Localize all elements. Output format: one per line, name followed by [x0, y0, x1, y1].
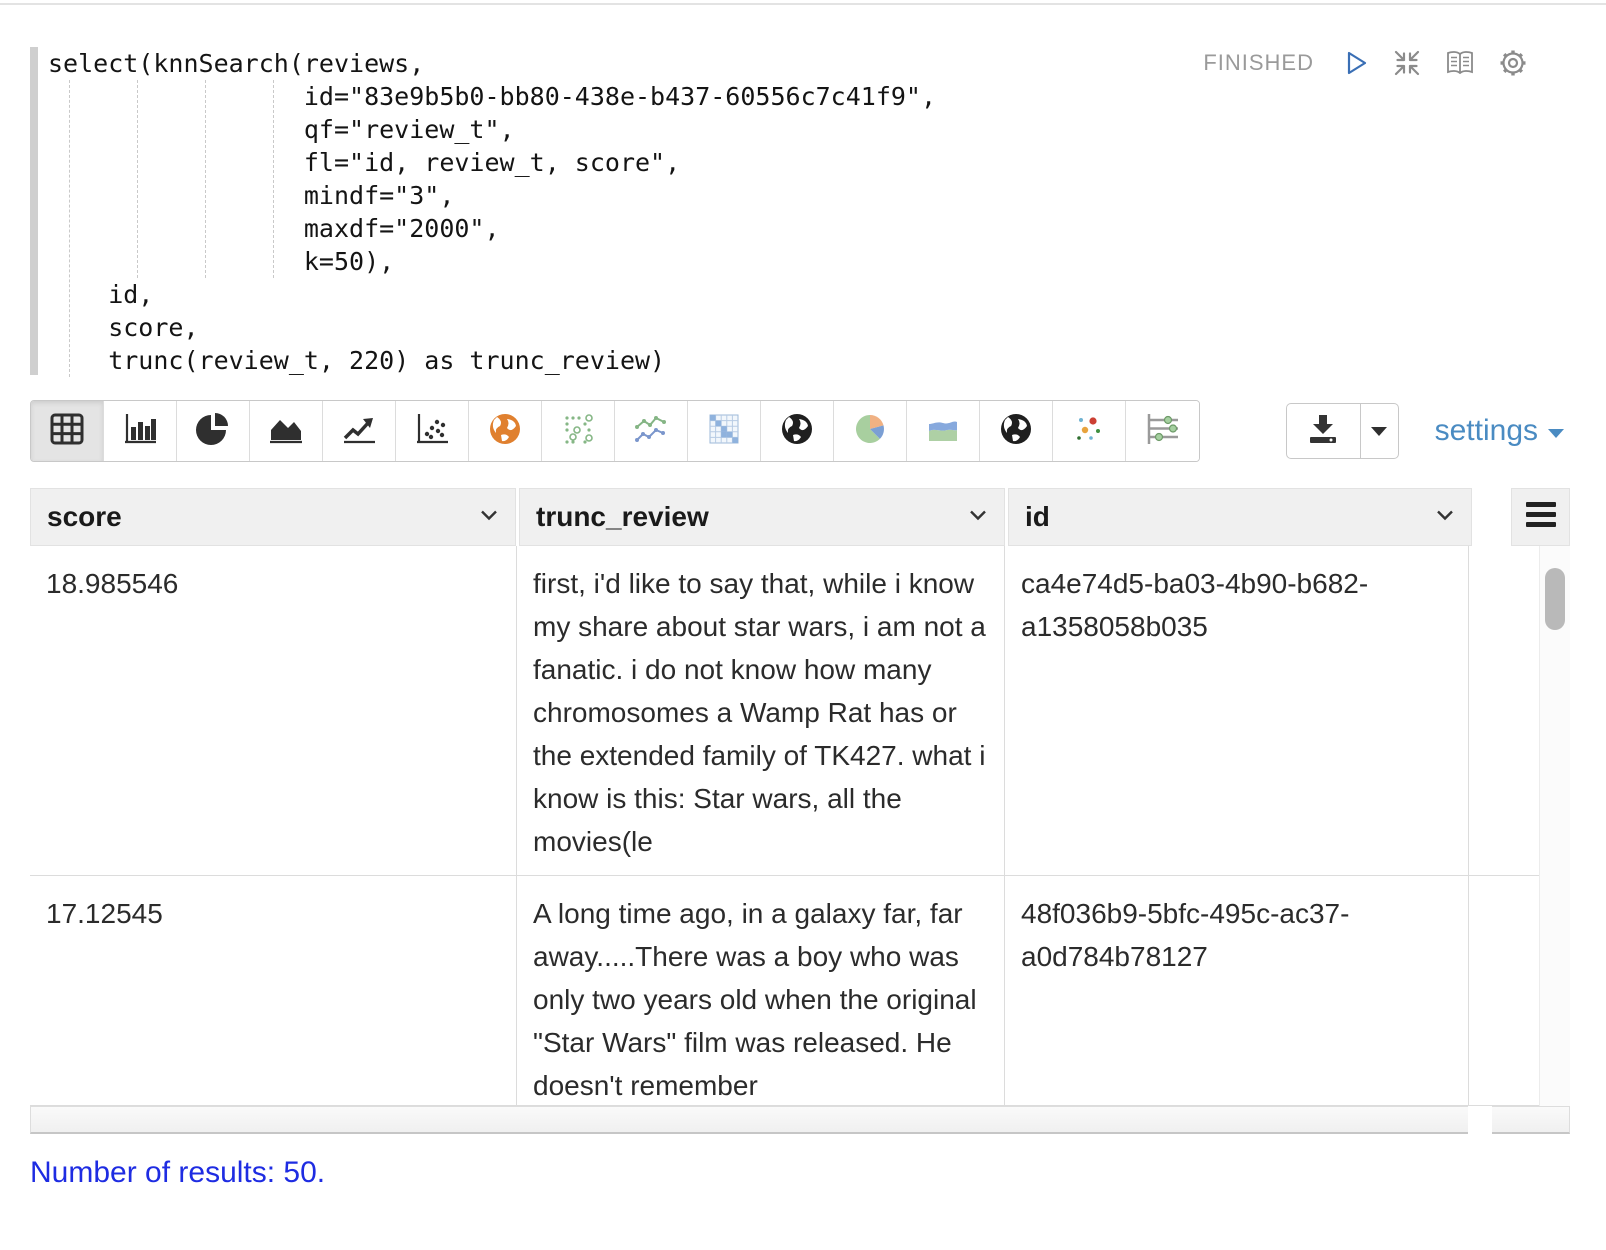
globe-dark-icon — [779, 411, 815, 452]
chart-button-pie-chart-color[interactable] — [834, 401, 907, 461]
table-row: 18.985546first, i'd like to say that, wh… — [30, 546, 1570, 876]
vertical-scrollbar-thumb[interactable] — [1545, 568, 1565, 630]
chart-button-globe-dark[interactable] — [761, 401, 834, 461]
chart-button-dot-matrix[interactable] — [542, 401, 615, 461]
globe-dark-2-icon — [998, 411, 1034, 452]
chart-button-scatter-chart[interactable] — [396, 401, 469, 461]
cell-id: 48f036b9-5bfc-495c-ac37-a0d784b78127 — [1005, 876, 1469, 1105]
result-count-text: Number of results: 50. — [30, 1156, 325, 1190]
cell-trunc-review: first, i'd like to say that, while i kno… — [517, 546, 1005, 875]
play-icon[interactable] — [1340, 48, 1370, 78]
settings-label: settings — [1435, 414, 1538, 448]
globe-orange-icon — [487, 411, 523, 452]
horizontal-scrollbar-notch — [1468, 1106, 1492, 1134]
code-editor[interactable]: select(knnSearch(reviews, id="83e9b5b0-b… — [30, 47, 1190, 379]
column-header-trunc_review[interactable]: trunc_review — [519, 488, 1005, 546]
table-icon — [49, 411, 85, 452]
paragraph-top-divider — [0, 3, 1606, 5]
chart-button-heatmap-grid[interactable] — [688, 401, 761, 461]
chevron-down-icon[interactable] — [968, 508, 988, 527]
vertical-scrollbar[interactable] — [1539, 546, 1570, 1106]
chevron-down-icon[interactable] — [479, 508, 499, 527]
chart-button-table[interactable] — [31, 401, 104, 461]
scatter-color-icon — [1071, 411, 1107, 452]
gear-icon[interactable] — [1498, 48, 1528, 78]
column-label: score — [47, 501, 122, 533]
range-sliders-icon — [1145, 411, 1181, 452]
column-label: id — [1025, 501, 1050, 533]
chart-button-multi-line-chart[interactable] — [615, 401, 688, 461]
chart-button-area-chart[interactable] — [250, 401, 323, 461]
caret-down-icon — [1548, 429, 1564, 438]
chart-type-button-group — [30, 400, 1200, 462]
heatmap-grid-icon — [706, 411, 742, 452]
indent-guide — [137, 80, 138, 278]
chart-button-globe-dark-2[interactable] — [980, 401, 1053, 461]
status-badge: FINISHED — [1203, 50, 1314, 76]
chart-button-stacked-area-chart[interactable] — [907, 401, 980, 461]
pie-chart-icon — [195, 411, 231, 452]
chart-button-scatter-color[interactable] — [1053, 401, 1126, 461]
multi-line-chart-icon — [633, 411, 669, 452]
download-button[interactable] — [1287, 404, 1361, 458]
chevron-down-icon[interactable] — [1435, 508, 1455, 527]
table-row: 17.12545A long time ago, in a galaxy far… — [30, 876, 1570, 1106]
table-menu-button[interactable] — [1511, 488, 1570, 546]
column-label: trunc_review — [536, 501, 709, 533]
shrink-icon[interactable] — [1392, 48, 1422, 78]
results-table: score trunc_review id 18.985546first, i'd … — [30, 488, 1570, 1134]
bar-chart-icon — [122, 411, 158, 452]
download-icon — [1306, 412, 1340, 451]
caret-down-icon — [1371, 427, 1387, 436]
area-chart-icon — [268, 411, 304, 452]
cell-score: 17.12545 — [30, 876, 517, 1105]
pie-chart-color-icon — [852, 411, 888, 452]
query-code[interactable]: select(knnSearch(reviews, id="83e9b5b0-b… — [48, 47, 1190, 377]
visualization-toolbar: settings — [30, 400, 1576, 462]
chart-button-pie-chart[interactable] — [177, 401, 250, 461]
book-icon[interactable] — [1444, 48, 1476, 78]
chart-button-line-chart[interactable] — [323, 401, 396, 461]
hamburger-menu-icon — [1526, 502, 1556, 532]
indent-guide — [273, 80, 274, 278]
editor-gutter-bar — [30, 47, 38, 375]
chart-button-range-sliders[interactable] — [1126, 401, 1199, 461]
paragraph-status-bar: FINISHED — [1203, 48, 1528, 78]
table-body: 18.985546first, i'd like to say that, wh… — [30, 546, 1570, 1106]
download-options-button[interactable] — [1361, 404, 1398, 458]
table-header-row: score trunc_review id — [30, 488, 1570, 546]
stacked-area-chart-icon — [925, 411, 961, 452]
cell-trunc-review: A long time ago, in a galaxy far, far aw… — [517, 876, 1005, 1105]
line-chart-icon — [341, 411, 377, 452]
cell-score: 18.985546 — [30, 546, 517, 875]
indent-guide — [205, 80, 206, 278]
chart-button-globe-orange[interactable] — [469, 401, 542, 461]
download-split-button — [1286, 403, 1399, 459]
paragraph-controls — [1340, 48, 1528, 78]
cell-id: ca4e74d5-ba03-4b90-b682-a1358058b035 — [1005, 546, 1469, 875]
chart-button-bar-chart[interactable] — [104, 401, 177, 461]
column-header-id[interactable]: id — [1008, 488, 1472, 546]
horizontal-scrollbar[interactable] — [30, 1106, 1570, 1134]
indent-guide — [69, 80, 70, 377]
scatter-chart-icon — [414, 411, 450, 452]
settings-toggle[interactable]: settings — [1435, 414, 1564, 448]
column-header-score[interactable]: score — [30, 488, 516, 546]
dot-matrix-icon — [560, 411, 596, 452]
